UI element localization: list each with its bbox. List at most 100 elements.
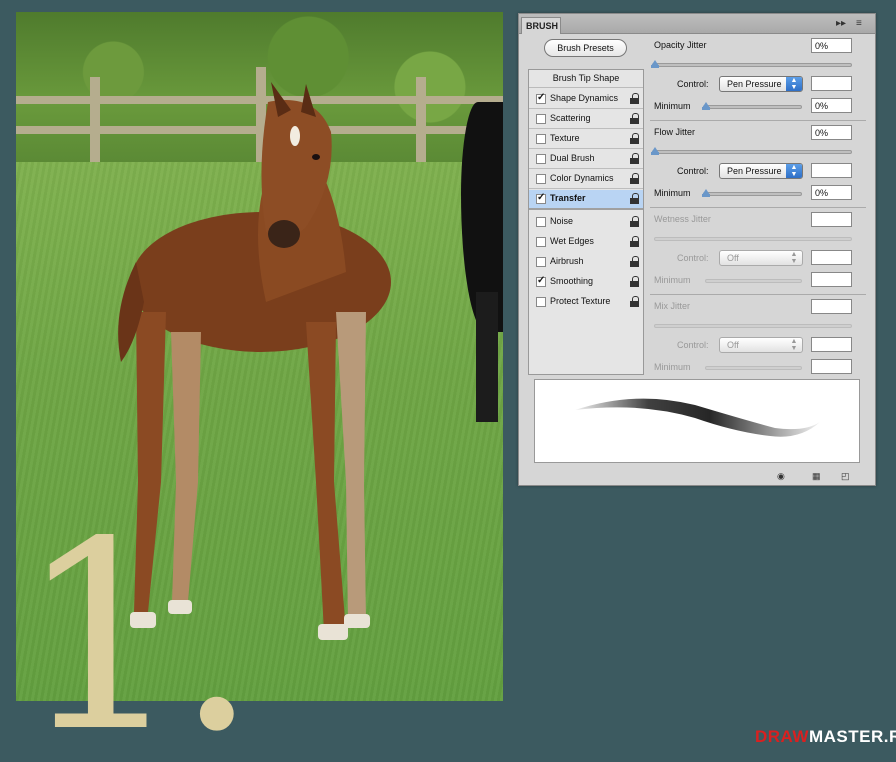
lock-icon[interactable]	[630, 216, 639, 227]
checkbox[interactable]	[536, 134, 546, 144]
divider	[650, 120, 866, 121]
lock-icon[interactable]	[630, 133, 639, 144]
list-item-label: Wet Edges	[550, 236, 594, 246]
checkbox[interactable]	[536, 154, 546, 164]
flow-jitter-label: Flow Jitter	[654, 127, 696, 137]
flow-minimum-field[interactable]: 0%	[811, 185, 852, 200]
opacity-minimum-slider[interactable]	[703, 105, 802, 109]
lock-icon[interactable]	[630, 153, 639, 164]
select-arrows-icon: ▲ ▼	[786, 77, 802, 91]
brush-options-list: Brush Tip Shape Shape Dynamics Scatterin…	[528, 69, 644, 375]
list-item-noise[interactable]: Noise	[529, 213, 643, 231]
opacity-control-field[interactable]	[811, 76, 852, 91]
mix-minimum-slider[interactable]	[705, 366, 802, 370]
list-item-brush-tip-shape[interactable]: Brush Tip Shape	[529, 70, 643, 88]
control-label: Control:	[677, 79, 709, 89]
wetness-jitter-field[interactable]	[811, 212, 852, 227]
wetness-minimum-slider[interactable]	[705, 279, 802, 283]
mix-control-field[interactable]	[811, 337, 852, 352]
lock-icon[interactable]	[630, 93, 639, 104]
lock-icon[interactable]	[630, 173, 639, 184]
divider	[650, 207, 866, 208]
minimum-label: Minimum	[654, 275, 691, 285]
lock-icon[interactable]	[630, 296, 639, 307]
control-label: Control:	[677, 166, 709, 176]
opacity-jitter-slider[interactable]	[652, 63, 852, 67]
double-arrow-icon[interactable]: ▸▸	[836, 18, 846, 29]
slider-knob[interactable]	[702, 102, 710, 110]
list-item-scattering[interactable]: Scattering	[529, 110, 643, 128]
opacity-jitter-field[interactable]: 0%	[811, 38, 852, 53]
mix-jitter-label: Mix Jitter	[654, 301, 690, 311]
mix-control-select[interactable]: Off ▲ ▼	[719, 337, 803, 353]
opacity-control-select[interactable]: Pen Pressure ▲ ▼	[719, 76, 803, 92]
control-label: Control:	[677, 340, 709, 350]
tab-brush[interactable]: BRUSH	[521, 17, 561, 34]
minimum-label: Minimum	[654, 101, 691, 111]
list-item-label: Protect Texture	[550, 296, 611, 306]
list-item-label: Airbrush	[550, 256, 584, 266]
select-arrows-icon: ▲ ▼	[790, 338, 798, 352]
minimum-label: Minimum	[654, 362, 691, 372]
mix-jitter-field[interactable]	[811, 299, 852, 314]
flow-minimum-slider[interactable]	[703, 192, 802, 196]
checkbox[interactable]	[536, 237, 546, 247]
list-item-transfer[interactable]: Transfer	[529, 190, 643, 208]
brush-panel: BRUSH ▸▸ ≡ Brush Presets Brush Tip Shape…	[518, 13, 876, 486]
minimum-label: Minimum	[654, 188, 691, 198]
step-numeral: 1.	[18, 487, 258, 762]
list-item-label: Transfer	[550, 193, 586, 203]
list-item-dual-brush[interactable]: Dual Brush	[529, 150, 643, 168]
lock-icon[interactable]	[630, 256, 639, 267]
panel-menu-icon[interactable]: ≡	[856, 18, 862, 29]
lock-icon[interactable]	[630, 236, 639, 247]
slider-knob[interactable]	[651, 60, 659, 68]
brush-stroke-preview	[534, 379, 860, 463]
checkbox[interactable]	[536, 217, 546, 227]
brush-presets-button[interactable]: Brush Presets	[544, 39, 627, 57]
opacity-minimum-field[interactable]: 0%	[811, 98, 852, 113]
list-item-label: Shape Dynamics	[550, 93, 619, 103]
checkbox[interactable]	[536, 174, 546, 184]
list-item-texture[interactable]: Texture	[529, 130, 643, 148]
divider	[650, 294, 866, 295]
wetness-jitter-label: Wetness Jitter	[654, 214, 711, 224]
opacity-jitter-label: Opacity Jitter	[654, 40, 707, 50]
select-arrows-icon: ▲ ▼	[786, 164, 802, 178]
checkbox[interactable]	[536, 297, 546, 307]
lock-icon[interactable]	[630, 193, 639, 204]
wetness-control-field[interactable]	[811, 250, 852, 265]
checkbox[interactable]	[536, 192, 546, 204]
lock-icon[interactable]	[630, 113, 639, 124]
list-item-protect-texture[interactable]: Protect Texture	[529, 293, 643, 311]
flow-jitter-field[interactable]: 0%	[811, 125, 852, 140]
checkbox[interactable]	[536, 257, 546, 267]
checkbox[interactable]	[536, 92, 546, 104]
brush-stroke-icon	[575, 398, 820, 437]
list-item-color-dynamics[interactable]: Color Dynamics	[529, 170, 643, 188]
flow-jitter-slider[interactable]	[652, 150, 852, 154]
list-item-airbrush[interactable]: Airbrush	[529, 253, 643, 271]
checkbox[interactable]	[536, 275, 546, 287]
list-item-shape-dynamics[interactable]: Shape Dynamics	[529, 90, 643, 108]
list-item-label: Dual Brush	[550, 153, 595, 163]
list-item-wet-edges[interactable]: Wet Edges	[529, 233, 643, 251]
lock-icon[interactable]	[630, 276, 639, 287]
wetness-control-select[interactable]: Off ▲ ▼	[719, 250, 803, 266]
list-item-smoothing[interactable]: Smoothing	[529, 273, 643, 291]
logo-part-master: MASTER.RU	[808, 727, 896, 746]
wetness-minimum-field[interactable]	[811, 272, 852, 287]
flow-control-field[interactable]	[811, 163, 852, 178]
slider-knob[interactable]	[651, 147, 659, 155]
control-label: Control:	[677, 253, 709, 263]
eye-brush-icon[interactable]: ◉	[777, 471, 789, 482]
checkbox[interactable]	[536, 114, 546, 124]
new-preset-icon[interactable]: ◰	[841, 471, 853, 482]
flow-control-select[interactable]: Pen Pressure ▲ ▼	[719, 163, 803, 179]
wetness-jitter-slider[interactable]	[654, 237, 852, 241]
mix-jitter-slider[interactable]	[654, 324, 852, 328]
slider-knob[interactable]	[702, 189, 710, 197]
mix-minimum-field[interactable]	[811, 359, 852, 374]
grid-icon[interactable]: ▦	[812, 471, 824, 482]
list-item-label: Texture	[550, 133, 580, 143]
